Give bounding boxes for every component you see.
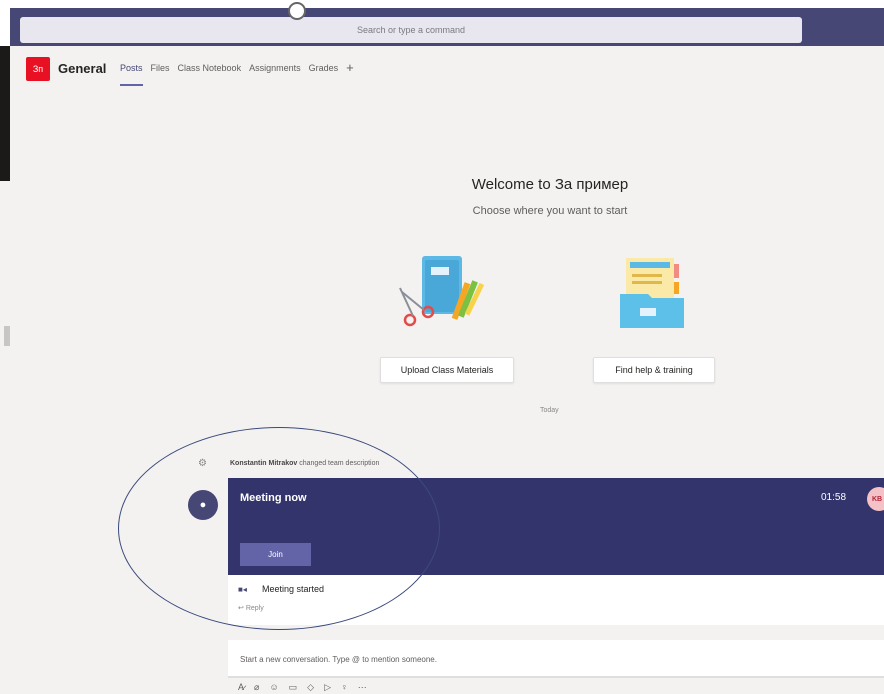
app-bar [0, 46, 10, 181]
tab-assignments[interactable]: Assignments [249, 63, 301, 73]
welcome-title: Welcome to За пример [471, 176, 629, 193]
team-settings-icon: ⚙ [198, 458, 207, 469]
activity-message: Konstantin Mitrakov changed team descrip… [230, 460, 379, 467]
channel-tabs: Posts Files Class Notebook Assignments G… [120, 61, 354, 86]
notebook-scissors-icon [399, 256, 485, 327]
welcome-subtitle: Choose where you want to start [472, 205, 628, 217]
attach-icon[interactable]: ⌀ [254, 682, 259, 693]
activity-action: changed team description [297, 460, 380, 467]
reply-link[interactable]: ↩ Reply [238, 604, 264, 612]
folder-documents-icon [620, 258, 684, 328]
tab-class-notebook[interactable]: Class Notebook [178, 63, 242, 73]
tab-grades[interactable]: Grades [309, 63, 339, 73]
meeting-card [228, 478, 884, 575]
team-logo-icon: Зп [26, 57, 50, 81]
meeting-footer [228, 575, 884, 625]
activity-actor: Konstantin Mitrakov [230, 460, 298, 467]
reply-label: Reply [245, 605, 264, 612]
compose-input[interactable]: Start a new conversation. Type @ to ment… [240, 655, 437, 664]
date-divider: Today [540, 407, 559, 414]
collapse-handle[interactable] [4, 326, 10, 346]
praise-icon[interactable]: ♀ [341, 682, 348, 693]
join-button[interactable]: Join [240, 543, 311, 566]
search-input[interactable]: Search or type a command [20, 17, 802, 43]
more-icon[interactable]: ⋯ [358, 682, 367, 693]
channel-header [10, 46, 884, 100]
sticker-icon[interactable]: ◇ [307, 682, 314, 693]
upload-class-materials-button[interactable]: Upload Class Materials [380, 357, 514, 383]
gif-icon[interactable]: ▭ [289, 682, 298, 693]
video-camera-icon: ■◂ [238, 585, 247, 594]
find-help-training-button[interactable]: Find help & training [593, 357, 715, 383]
mouse-cursor-icon [288, 2, 306, 20]
avatar[interactable]: KB [867, 487, 884, 511]
channel-name: General [58, 61, 107, 76]
compose-toolbar: A̷ ⌀ ☺ ▭ ◇ ▷ ♀ ⋯ [238, 682, 367, 693]
meeting-title: Meeting now [240, 492, 307, 504]
meeting-timer: 01:58 [821, 492, 847, 503]
format-icon[interactable]: A̷ [238, 682, 244, 693]
meeting-camera-icon: ● [188, 490, 218, 520]
meet-icon[interactable]: ▷ [324, 682, 331, 693]
tab-files[interactable]: Files [151, 63, 170, 73]
add-tab-icon[interactable]: + [346, 61, 354, 74]
meeting-status: Meeting started [262, 584, 325, 594]
tab-posts[interactable]: Posts [120, 63, 143, 86]
emoji-icon[interactable]: ☺ [269, 682, 278, 693]
